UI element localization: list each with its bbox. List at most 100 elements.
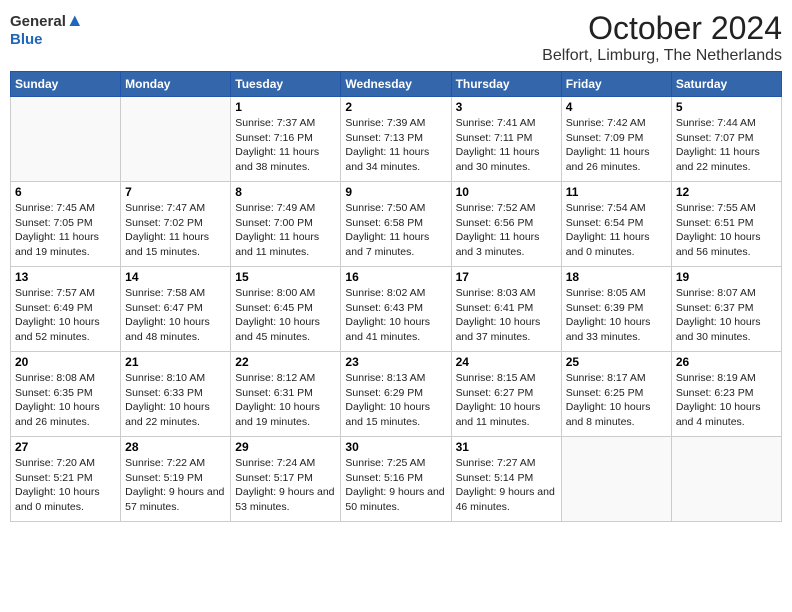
- day-number: 15: [235, 270, 336, 284]
- sunset: Sunset: 7:00 PM: [235, 217, 313, 229]
- month-title: October 2024: [542, 10, 782, 47]
- daylight-hours: Daylight: 11 hours and 26 minutes.: [566, 146, 650, 173]
- table-row: 9 Sunrise: 7:50 AM Sunset: 6:58 PM Dayli…: [341, 182, 451, 267]
- day-number: 11: [566, 185, 667, 199]
- daylight-hours: Daylight: 10 hours and 4 minutes.: [676, 401, 761, 428]
- sunrise: Sunrise: 8:15 AM: [456, 372, 536, 384]
- day-number: 2: [345, 100, 446, 114]
- sunset: Sunset: 5:16 PM: [345, 472, 423, 484]
- sunset: Sunset: 6:33 PM: [125, 387, 203, 399]
- sunrise: Sunrise: 7:50 AM: [345, 202, 425, 214]
- day-number: 17: [456, 270, 557, 284]
- table-row: 17 Sunrise: 8:03 AM Sunset: 6:41 PM Dayl…: [451, 267, 561, 352]
- sunset: Sunset: 6:37 PM: [676, 302, 754, 314]
- table-row: 10 Sunrise: 7:52 AM Sunset: 6:56 PM Dayl…: [451, 182, 561, 267]
- day-number: 6: [15, 185, 116, 199]
- daylight-hours: Daylight: 10 hours and 0 minutes.: [15, 486, 100, 513]
- table-row: 25 Sunrise: 8:17 AM Sunset: 6:25 PM Dayl…: [561, 352, 671, 437]
- table-row: [671, 437, 781, 522]
- sunrise: Sunrise: 8:13 AM: [345, 372, 425, 384]
- day-number: 30: [345, 440, 446, 454]
- logo: General▲ Blue: [10, 10, 84, 48]
- sunrise: Sunrise: 7:44 AM: [676, 117, 756, 129]
- table-row: 21 Sunrise: 8:10 AM Sunset: 6:33 PM Dayl…: [121, 352, 231, 437]
- daylight-hours: Daylight: 11 hours and 0 minutes.: [566, 231, 650, 258]
- sunset: Sunset: 6:23 PM: [676, 387, 754, 399]
- header-friday: Friday: [561, 72, 671, 97]
- sunset: Sunset: 6:43 PM: [345, 302, 423, 314]
- sunset: Sunset: 6:51 PM: [676, 217, 754, 229]
- sunrise: Sunrise: 7:52 AM: [456, 202, 536, 214]
- day-number: 1: [235, 100, 336, 114]
- table-row: 22 Sunrise: 8:12 AM Sunset: 6:31 PM Dayl…: [231, 352, 341, 437]
- daylight-hours: Daylight: 10 hours and 33 minutes.: [566, 316, 651, 343]
- sunrise: Sunrise: 7:47 AM: [125, 202, 205, 214]
- sunrise: Sunrise: 7:25 AM: [345, 457, 425, 469]
- sunset: Sunset: 6:58 PM: [345, 217, 423, 229]
- table-row: 14 Sunrise: 7:58 AM Sunset: 6:47 PM Dayl…: [121, 267, 231, 352]
- day-number: 5: [676, 100, 777, 114]
- sunset: Sunset: 6:45 PM: [235, 302, 313, 314]
- sunset: Sunset: 7:09 PM: [566, 132, 644, 144]
- sunrise: Sunrise: 7:54 AM: [566, 202, 646, 214]
- sunset: Sunset: 6:25 PM: [566, 387, 644, 399]
- table-row: 5 Sunrise: 7:44 AM Sunset: 7:07 PM Dayli…: [671, 97, 781, 182]
- sunset: Sunset: 6:29 PM: [345, 387, 423, 399]
- sunrise: Sunrise: 8:10 AM: [125, 372, 205, 384]
- day-number: 22: [235, 355, 336, 369]
- day-number: 12: [676, 185, 777, 199]
- table-row: 23 Sunrise: 8:13 AM Sunset: 6:29 PM Dayl…: [341, 352, 451, 437]
- sunset: Sunset: 7:07 PM: [676, 132, 754, 144]
- sunrise: Sunrise: 7:39 AM: [345, 117, 425, 129]
- day-number: 20: [15, 355, 116, 369]
- sunset: Sunset: 6:39 PM: [566, 302, 644, 314]
- table-row: [11, 97, 121, 182]
- sunrise: Sunrise: 7:20 AM: [15, 457, 95, 469]
- table-row: 3 Sunrise: 7:41 AM Sunset: 7:11 PM Dayli…: [451, 97, 561, 182]
- sunrise: Sunrise: 7:41 AM: [456, 117, 536, 129]
- day-number: 31: [456, 440, 557, 454]
- sunrise: Sunrise: 8:08 AM: [15, 372, 95, 384]
- sunrise: Sunrise: 7:57 AM: [15, 287, 95, 299]
- daylight-hours: Daylight: 10 hours and 26 minutes.: [15, 401, 100, 428]
- table-row: 27 Sunrise: 7:20 AM Sunset: 5:21 PM Dayl…: [11, 437, 121, 522]
- header-saturday: Saturday: [671, 72, 781, 97]
- sunrise: Sunrise: 7:22 AM: [125, 457, 205, 469]
- header-thursday: Thursday: [451, 72, 561, 97]
- table-row: [561, 437, 671, 522]
- table-row: 1 Sunrise: 7:37 AM Sunset: 7:16 PM Dayli…: [231, 97, 341, 182]
- table-row: [121, 97, 231, 182]
- sunset: Sunset: 6:35 PM: [15, 387, 93, 399]
- daylight-hours: Daylight: 11 hours and 34 minutes.: [345, 146, 429, 173]
- sunrise: Sunrise: 8:00 AM: [235, 287, 315, 299]
- day-number: 21: [125, 355, 226, 369]
- daylight-hours: Daylight: 9 hours and 50 minutes.: [345, 486, 444, 513]
- sunset: Sunset: 6:47 PM: [125, 302, 203, 314]
- daylight-hours: Daylight: 10 hours and 11 minutes.: [456, 401, 541, 428]
- day-number: 25: [566, 355, 667, 369]
- table-row: 12 Sunrise: 7:55 AM Sunset: 6:51 PM Dayl…: [671, 182, 781, 267]
- sunrise: Sunrise: 7:37 AM: [235, 117, 315, 129]
- sunset: Sunset: 6:31 PM: [235, 387, 313, 399]
- page-header: General▲ Blue October 2024 Belfort, Limb…: [10, 10, 782, 65]
- daylight-hours: Daylight: 9 hours and 57 minutes.: [125, 486, 224, 513]
- daylight-hours: Daylight: 9 hours and 53 minutes.: [235, 486, 334, 513]
- sunrise: Sunrise: 8:02 AM: [345, 287, 425, 299]
- daylight-hours: Daylight: 10 hours and 19 minutes.: [235, 401, 320, 428]
- daylight-hours: Daylight: 11 hours and 22 minutes.: [676, 146, 760, 173]
- sunrise: Sunrise: 7:42 AM: [566, 117, 646, 129]
- day-number: 4: [566, 100, 667, 114]
- day-number: 16: [345, 270, 446, 284]
- table-row: 16 Sunrise: 8:02 AM Sunset: 6:43 PM Dayl…: [341, 267, 451, 352]
- daylight-hours: Daylight: 11 hours and 19 minutes.: [15, 231, 99, 258]
- sunset: Sunset: 7:02 PM: [125, 217, 203, 229]
- table-row: 6 Sunrise: 7:45 AM Sunset: 7:05 PM Dayli…: [11, 182, 121, 267]
- location-title: Belfort, Limburg, The Netherlands: [542, 47, 782, 65]
- sunset: Sunset: 5:19 PM: [125, 472, 203, 484]
- table-row: 18 Sunrise: 8:05 AM Sunset: 6:39 PM Dayl…: [561, 267, 671, 352]
- sunrise: Sunrise: 8:12 AM: [235, 372, 315, 384]
- daylight-hours: Daylight: 11 hours and 11 minutes.: [235, 231, 319, 258]
- day-number: 9: [345, 185, 446, 199]
- sunrise: Sunrise: 7:27 AM: [456, 457, 536, 469]
- table-row: 31 Sunrise: 7:27 AM Sunset: 5:14 PM Dayl…: [451, 437, 561, 522]
